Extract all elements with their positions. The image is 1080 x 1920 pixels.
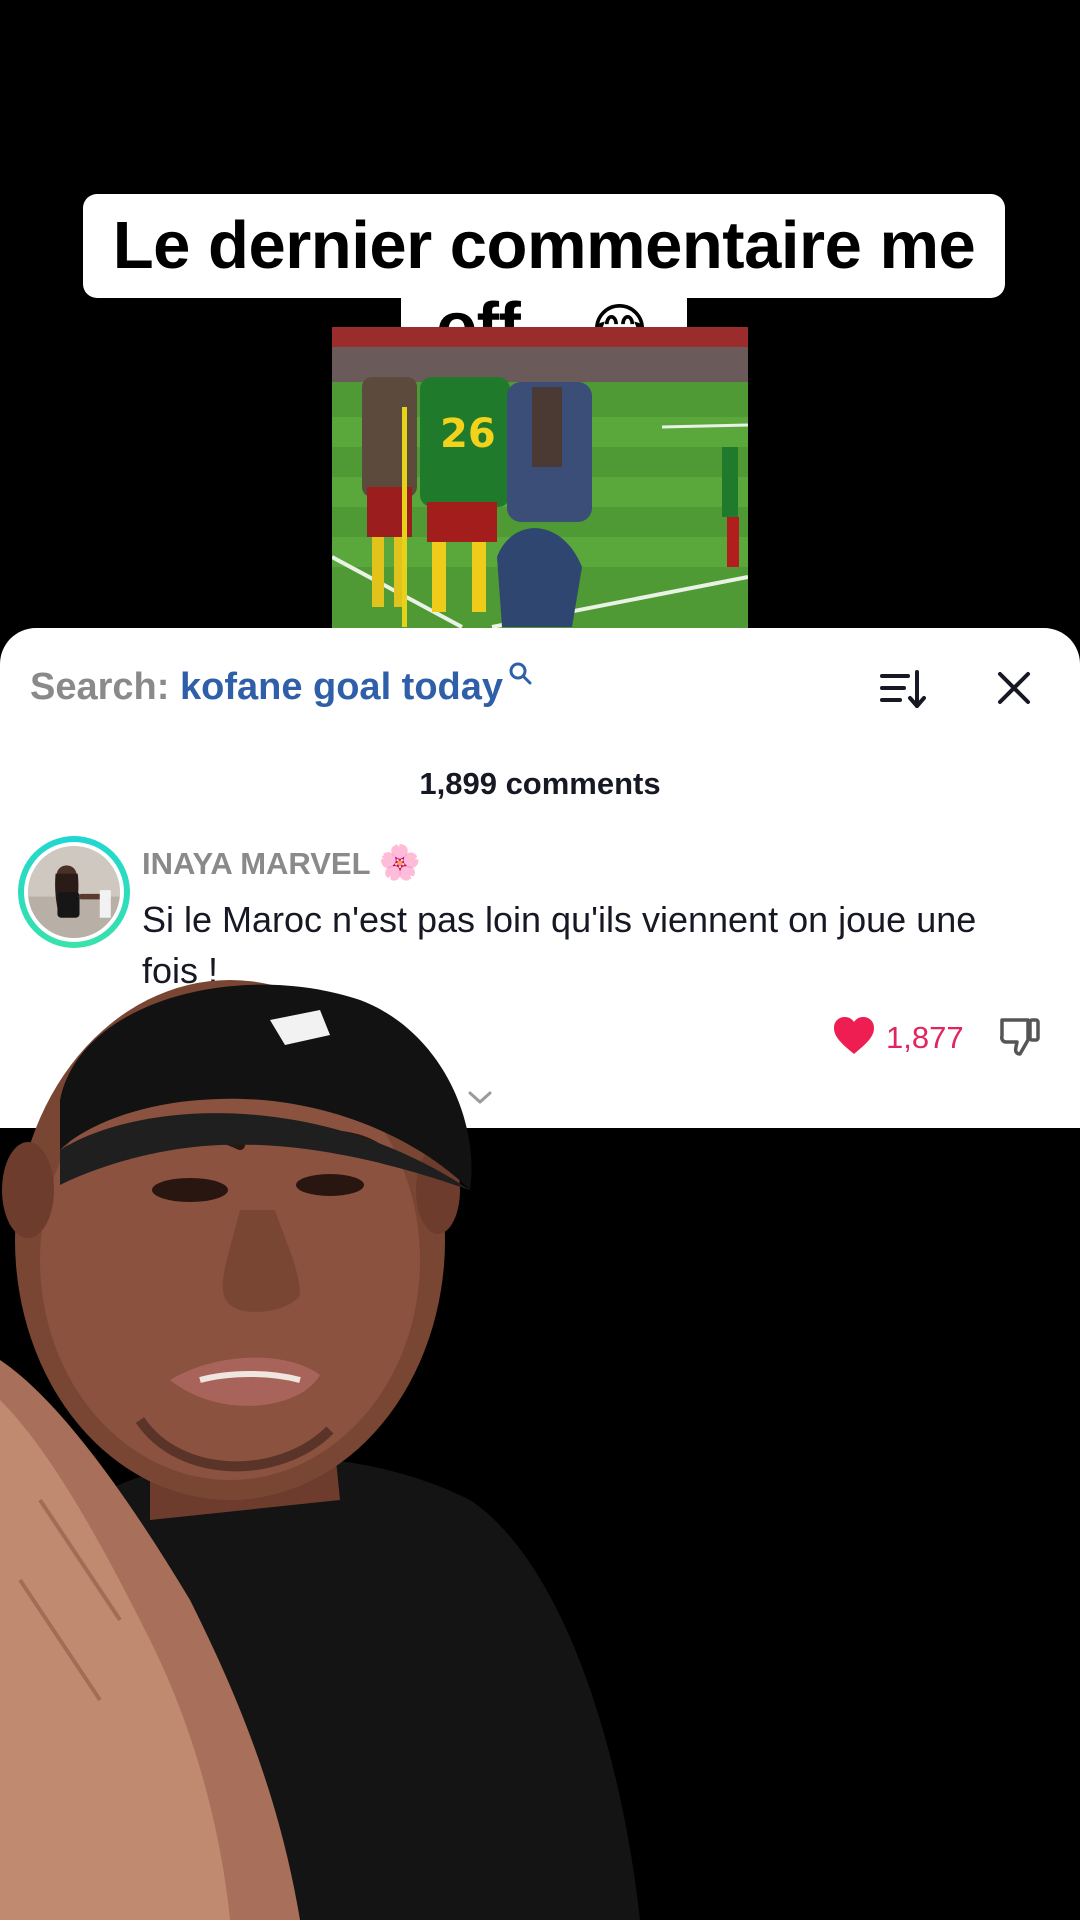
video-thumbnail[interactable]: 26 [332, 327, 748, 628]
close-icon[interactable] [996, 670, 1032, 706]
avatar[interactable] [18, 836, 130, 948]
heart-icon[interactable] [832, 1016, 876, 1056]
thumbs-down-icon[interactable] [998, 1014, 1042, 1058]
flower-emoji-icon: 🌸 [378, 844, 421, 882]
username-text: INAYA MARVEL [142, 846, 370, 881]
sort-icon[interactable] [880, 668, 926, 710]
comment-username[interactable]: INAYA MARVEL 🌸 [142, 843, 421, 883]
comment-count: 1,899 comments [419, 766, 661, 801]
magnifier-icon [509, 662, 532, 685]
search-prefix-label: Search: [30, 666, 170, 708]
avatar-photo [28, 846, 120, 938]
soccer-scene-image: 26 [332, 327, 748, 628]
video-caption-line-1: Le dernier commentaire me [83, 194, 1005, 298]
like-count: 1,877 [886, 1020, 964, 1055]
creator-overlay-image [0, 980, 640, 1920]
svg-text:26: 26 [440, 411, 496, 457]
search-query-link[interactable]: kofane goal today [180, 666, 503, 708]
search-suggestion[interactable]: Search: kofane goal today [30, 662, 532, 709]
